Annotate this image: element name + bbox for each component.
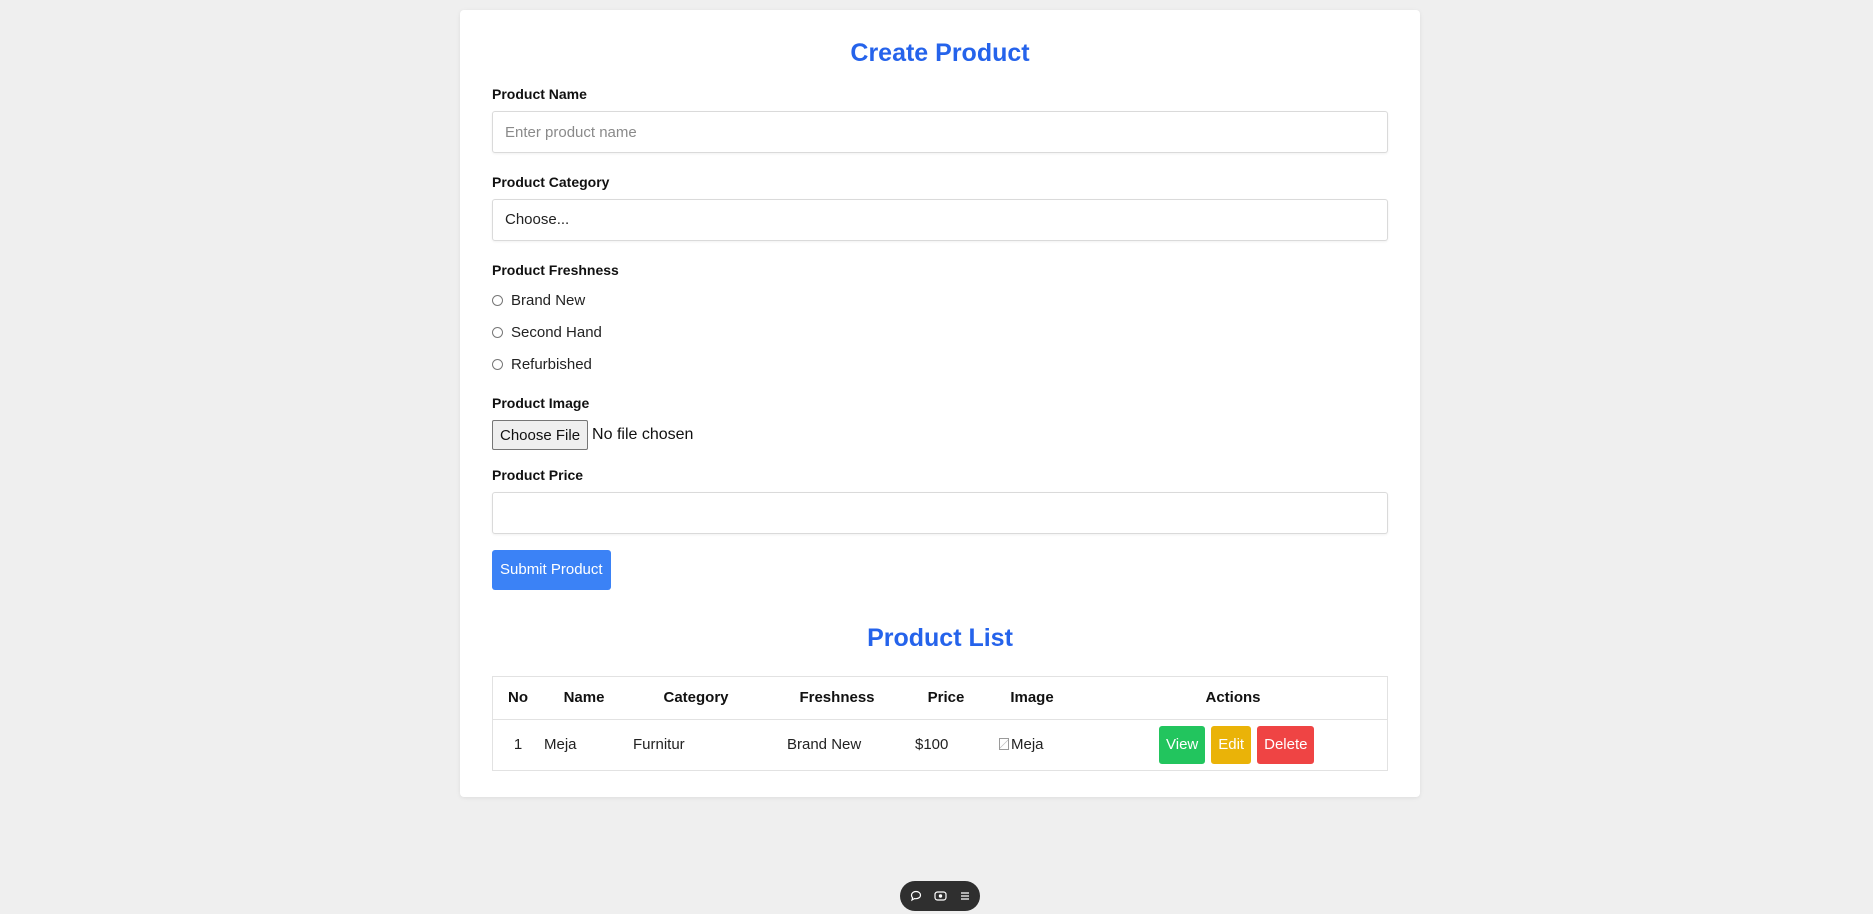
product-price-input[interactable]: [492, 492, 1388, 534]
product-price-label: Product Price: [492, 467, 584, 483]
eye-icon[interactable]: [931, 887, 949, 905]
cell-no: 1: [513, 736, 523, 754]
product-table: No Name Category Freshness Price Image A…: [492, 675, 1388, 771]
column-header-actions: Actions: [1079, 676, 1388, 720]
radio-label: Refurbished: [511, 355, 592, 373]
choose-file-button[interactable]: Choose File: [492, 420, 589, 450]
column-header-freshness: Freshness: [767, 676, 907, 720]
product-list-title: Product List: [867, 624, 1013, 652]
cell-name: Meja: [544, 736, 577, 754]
floating-toolbar: [900, 881, 980, 911]
radio-second-hand[interactable]: Second Hand: [492, 316, 1388, 348]
broken-image-icon: [999, 738, 1009, 750]
create-product-title: Create Product: [850, 39, 1030, 67]
radio-button[interactable]: [492, 358, 503, 370]
radio-brand-new[interactable]: Brand New: [492, 284, 1388, 316]
edit-button[interactable]: Edit: [1211, 725, 1252, 764]
view-button[interactable]: View: [1159, 725, 1206, 764]
product-image-alt: Meja: [1011, 735, 1044, 753]
cell-category: Furnitur: [633, 736, 685, 754]
product-image: Meja: [999, 736, 1044, 753]
column-header-no: No: [492, 676, 543, 720]
menu-icon[interactable]: [956, 887, 974, 905]
cell-price: $100: [915, 736, 949, 754]
column-header-name: Name: [543, 676, 625, 720]
product-card: Create Product Product Name Product Cate…: [460, 10, 1420, 797]
column-header-category: Category: [625, 676, 767, 720]
delete-button[interactable]: Delete: [1257, 725, 1315, 764]
product-category-selected: Choose...: [505, 211, 570, 228]
product-image-file-input: Choose File No file chosen: [492, 420, 1388, 450]
file-status-text: No file chosen: [592, 426, 694, 443]
product-category-select[interactable]: Choose...: [492, 199, 1388, 241]
cell-freshness: Brand New: [787, 736, 862, 754]
freshness-radio-group: Brand New Second Hand Refurbished: [492, 284, 1388, 380]
table-row: 1 Meja Furnitur Brand New $100 Meja View…: [493, 719, 1388, 770]
product-name-input[interactable]: [492, 111, 1388, 153]
product-freshness-label: Product Freshness: [492, 262, 619, 278]
cell-actions: View Edit Delete: [1079, 719, 1388, 770]
radio-button[interactable]: [492, 294, 503, 306]
submit-product-button[interactable]: Submit Product: [492, 550, 611, 590]
comment-icon[interactable]: [907, 887, 925, 905]
column-header-image: Image: [985, 676, 1079, 720]
product-image-label: Product Image: [492, 395, 590, 411]
radio-label: Brand New: [511, 291, 586, 309]
product-name-label: Product Name: [492, 86, 587, 102]
cell-image: Meja: [985, 719, 1079, 770]
radio-button[interactable]: [492, 326, 503, 338]
product-category-label: Product Category: [492, 174, 610, 190]
radio-refurbished[interactable]: Refurbished: [492, 348, 1388, 380]
column-header-price: Price: [907, 676, 985, 720]
table-header-row: No Name Category Freshness Price Image A…: [492, 676, 1388, 720]
radio-label: Second Hand: [511, 323, 602, 341]
